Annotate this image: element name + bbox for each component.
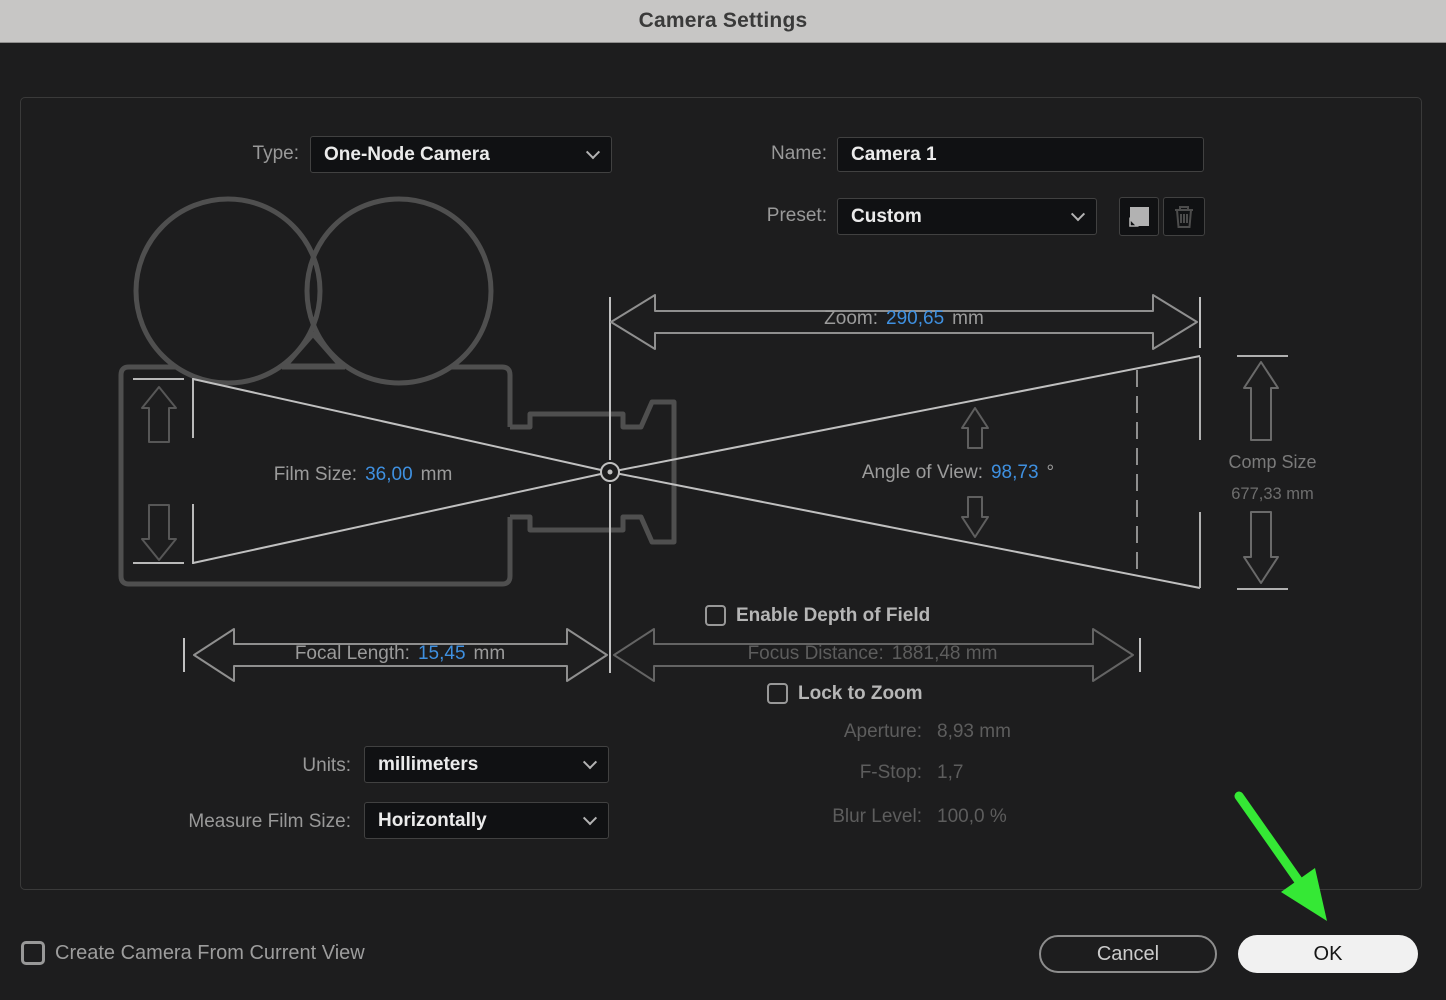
cancel-button-label: Cancel <box>1097 943 1159 966</box>
f-stop-value: 1,7 <box>937 762 963 784</box>
type-select[interactable]: One-Node Camera <box>310 136 612 173</box>
angle-of-view-readout: Angle of View: 98,73 ° <box>798 462 1118 484</box>
preset-select[interactable]: Custom <box>837 198 1097 235</box>
f-stop-label: F-Stop: <box>690 762 922 784</box>
focus-distance-label: Focus Distance: <box>748 643 884 665</box>
units-label: Units: <box>150 755 351 777</box>
dialog-titlebar[interactable]: Camera Settings <box>0 0 1446 43</box>
type-select-value: One-Node Camera <box>324 144 490 166</box>
focal-length-label: Focal Length: <box>295 643 410 665</box>
film-size-readout: Film Size: 36,00 mm <box>238 464 488 486</box>
cancel-button[interactable]: Cancel <box>1039 935 1217 973</box>
lock-to-zoom-label: Lock to Zoom <box>798 683 923 705</box>
angle-of-view-label: Angle of View: <box>862 462 983 484</box>
enable-depth-of-field-label: Enable Depth of Field <box>736 605 930 627</box>
ok-button[interactable]: OK <box>1238 935 1418 973</box>
focus-distance-readout: Focus Distance: 1881,48 mm <box>620 643 1125 665</box>
save-preset-button[interactable] <box>1119 197 1159 236</box>
zoom-unit: mm <box>952 308 984 330</box>
film-size-unit: mm <box>421 464 453 486</box>
units-select[interactable]: millimeters <box>364 746 609 783</box>
zoom-label: Zoom: <box>824 308 878 330</box>
chevron-down-icon <box>583 811 597 825</box>
comp-size-label: Comp Size <box>1210 452 1335 473</box>
focus-distance-value: 1881,48 mm <box>892 643 998 665</box>
film-size-label: Film Size: <box>274 464 357 486</box>
blur-level-value: 100,0 % <box>937 806 1007 828</box>
aperture-value: 8,93 mm <box>937 721 1011 743</box>
chevron-down-icon <box>583 755 597 769</box>
film-size-value[interactable]: 36,00 <box>365 464 413 486</box>
zoom-value[interactable]: 290,65 <box>886 308 944 330</box>
aperture-label: Aperture: <box>690 721 922 743</box>
units-select-value: millimeters <box>378 754 478 776</box>
chevron-down-icon <box>586 145 600 159</box>
delete-preset-button[interactable] <box>1163 197 1205 236</box>
save-preset-icon <box>1126 204 1152 230</box>
ok-button-label: OK <box>1314 943 1343 966</box>
angle-of-view-value[interactable]: 98,73 <box>991 462 1039 484</box>
blur-level-label: Blur Level: <box>690 806 922 828</box>
focal-length-unit: mm <box>474 643 506 665</box>
create-camera-from-current-view-label: Create Camera From Current View <box>55 942 365 965</box>
measure-film-size-select[interactable]: Horizontally <box>364 802 609 839</box>
chevron-down-icon <box>1071 207 1085 221</box>
preset-select-value: Custom <box>851 206 922 228</box>
measure-film-size-value: Horizontally <box>378 810 487 832</box>
lock-to-zoom-checkbox[interactable] <box>767 683 788 704</box>
zoom-readout: Zoom: 290,65 mm <box>610 308 1198 330</box>
dialog-title: Camera Settings <box>639 9 808 33</box>
name-input[interactable] <box>837 137 1204 172</box>
name-label: Name: <box>700 143 827 165</box>
enable-depth-of-field-checkbox[interactable] <box>705 605 726 626</box>
preset-label: Preset: <box>700 205 827 227</box>
focal-length-readout: Focal Length: 15,45 mm <box>200 643 600 665</box>
focal-length-value[interactable]: 15,45 <box>418 643 466 665</box>
create-camera-from-current-view-checkbox[interactable] <box>21 941 45 965</box>
measure-film-size-label: Measure Film Size: <box>150 811 351 833</box>
comp-size-value: 677,33 mm <box>1210 485 1335 504</box>
trash-icon <box>1171 204 1197 230</box>
angle-of-view-unit: ° <box>1047 462 1055 484</box>
type-label: Type: <box>150 143 299 165</box>
